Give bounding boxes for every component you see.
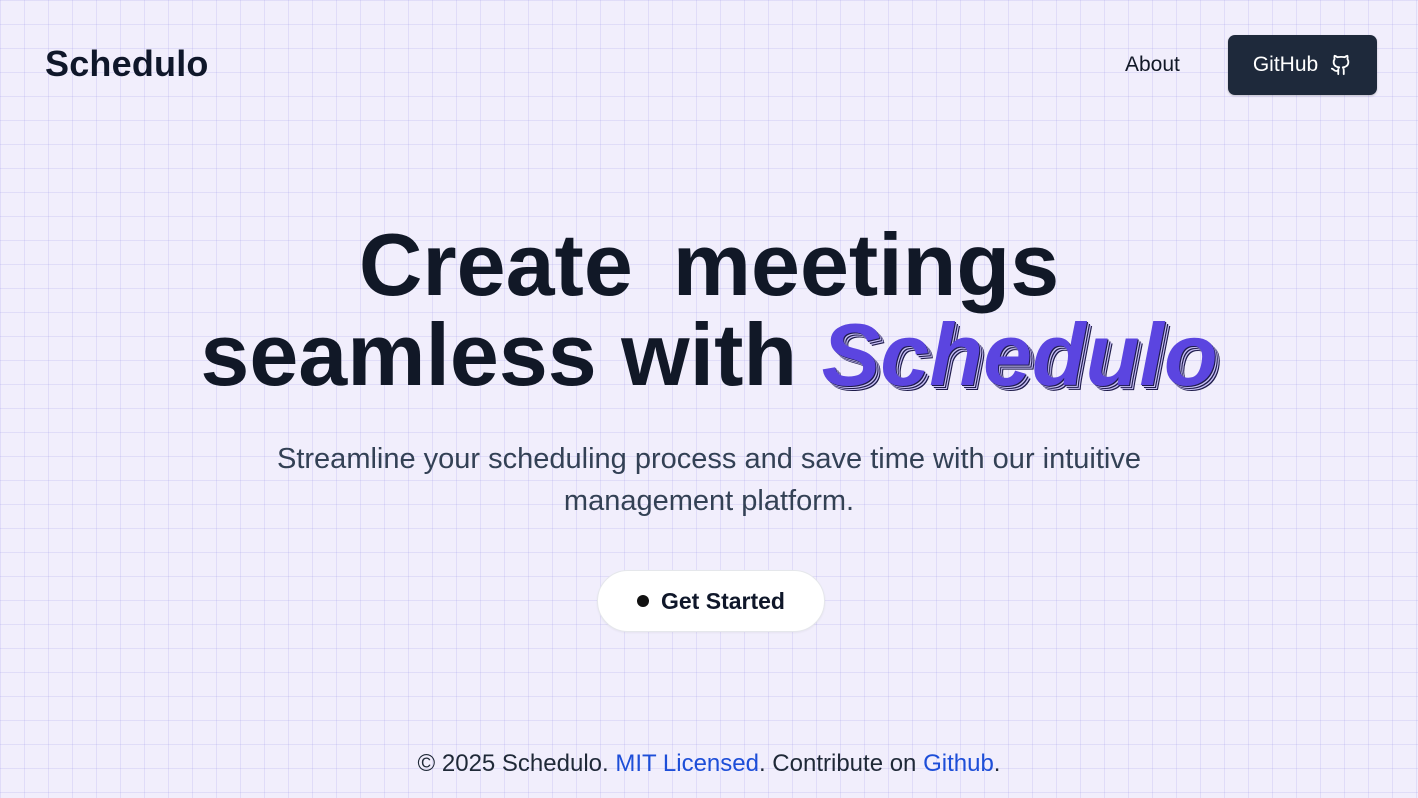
github-icon <box>1330 53 1352 77</box>
nav-about-link[interactable]: About <box>1125 53 1180 77</box>
footer-github-link[interactable]: Github <box>923 750 994 777</box>
github-button-label: GitHub <box>1252 53 1319 76</box>
hero-title-line-1: Create meetings <box>0 220 1418 310</box>
get-started-label: Get Started <box>661 587 785 614</box>
hero-title-prefix: seamless with <box>200 305 822 404</box>
hero-subtitle-line-2: management platform. <box>563 485 855 517</box>
brand-logo[interactable]: Schedulo <box>45 44 209 84</box>
hero-subtitle-line-1: Streamline your scheduling process and s… <box>277 443 1141 475</box>
footer-license-link[interactable]: MIT Licensed <box>615 750 759 777</box>
footer-contribute-text: . Contribute on <box>758 750 924 777</box>
dot-icon <box>637 595 649 607</box>
footer-copyright: © 2025 Schedulo. <box>417 750 616 777</box>
hero-title-word-meetings: meetings <box>672 215 1060 314</box>
get-started-button[interactable]: Get Started <box>597 570 825 632</box>
hero-title: Create meetings seamless with Schedulo <box>0 220 1418 400</box>
github-button[interactable]: GitHub <box>1228 35 1377 95</box>
hero-title-accent: Schedulo <box>821 305 1218 404</box>
hero-subtitle: Streamline your scheduling process and s… <box>0 438 1418 522</box>
site-header: Schedulo About GitHub <box>0 0 1418 128</box>
hero-title-line-2: seamless with Schedulo <box>0 310 1418 400</box>
hero-title-word-create: Create <box>358 215 633 314</box>
site-footer: © 2025 Schedulo. MIT Licensed. Contribut… <box>0 748 1418 780</box>
footer-end-text: . <box>993 750 1001 777</box>
